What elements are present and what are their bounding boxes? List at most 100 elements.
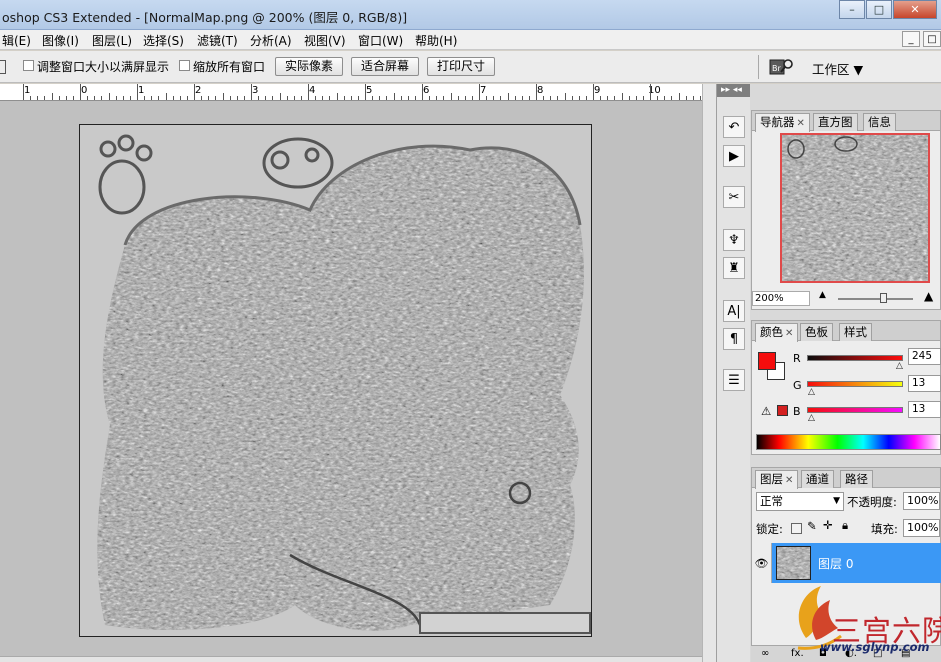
tab-navigator[interactable]: 导航器 ✕ <box>755 113 810 132</box>
ruler-tick <box>229 96 231 100</box>
menu-window[interactable]: 窗口(W) <box>358 32 403 49</box>
ruler-tick <box>621 93 623 100</box>
ruler-tick <box>251 84 252 100</box>
navigator-zoom-slider[interactable] <box>838 298 913 300</box>
ruler-tick <box>51 93 53 100</box>
ruler-tick <box>308 84 309 100</box>
link-layers-icon[interactable]: ∞ <box>761 648 769 659</box>
channel-g-slider[interactable] <box>807 381 903 387</box>
ruler-tick <box>115 96 117 100</box>
layer-name[interactable]: 图层 0 <box>818 555 853 572</box>
tab-styles[interactable]: 样式 <box>839 323 872 341</box>
ruler-tick <box>272 96 274 100</box>
lock-all-icon[interactable]: 🔒︎ <box>842 518 848 533</box>
dock-header[interactable]: ▸▸ ◂◂ <box>717 84 750 97</box>
gamut-warning-icon[interactable]: ⚠ <box>761 404 771 418</box>
notes-icon[interactable]: ☰ <box>723 369 745 391</box>
doc-minimize-button[interactable]: _ <box>902 31 920 47</box>
ruler-tick <box>429 96 431 100</box>
tab-info[interactable]: 信息 <box>863 113 896 131</box>
zoom-in-icon[interactable]: ▲ <box>924 289 933 303</box>
menu-view[interactable]: 视图(V) <box>304 32 346 49</box>
play-icon[interactable]: ▶ <box>723 145 745 167</box>
layer-row[interactable]: 👁︎ 图层 0 <box>752 543 941 583</box>
close-icon[interactable]: ✕ <box>785 475 793 486</box>
fit-screen-button[interactable]: 适合屏幕 <box>351 57 419 76</box>
color-spectrum-bar[interactable] <box>756 434 941 450</box>
tab-histogram[interactable]: 直方图 <box>813 113 858 131</box>
menu-help[interactable]: 帮助(H) <box>415 32 457 49</box>
menu-filter[interactable]: 滤镜(T) <box>197 32 238 49</box>
foreground-color-swatch[interactable] <box>758 352 776 370</box>
lock-move-icon[interactable]: ✛ <box>823 518 833 532</box>
ruler-tick <box>137 84 138 100</box>
opacity-input[interactable]: 100% <box>903 492 940 510</box>
channel-r-slider[interactable] <box>807 355 903 361</box>
ruler-tick <box>129 96 131 100</box>
zoom-all-checkbox[interactable] <box>179 60 190 71</box>
close-icon[interactable]: ✕ <box>785 328 793 339</box>
ruler-tick <box>172 96 174 100</box>
options-separator <box>758 55 759 79</box>
ruler-tick <box>671 96 673 100</box>
gamut-color-chip[interactable] <box>777 405 788 416</box>
lock-paint-icon[interactable]: ✎ <box>807 519 817 533</box>
lock-transparency-icon[interactable] <box>791 523 802 534</box>
ruler-tick <box>521 96 523 100</box>
tab-channels[interactable]: 通道 <box>801 470 834 488</box>
ruler-tick <box>243 96 245 100</box>
tab-swatches[interactable]: 色板 <box>800 323 833 341</box>
tools-icon[interactable]: ✂ <box>723 186 745 208</box>
channel-b-input[interactable]: 13 <box>908 401 941 418</box>
eye-icon[interactable]: 👁︎ <box>752 543 772 583</box>
zoom-out-icon[interactable]: ▲ <box>819 290 826 300</box>
actual-pixels-button[interactable]: 实际像素 <box>275 57 343 76</box>
maximize-button[interactable]: □ <box>866 0 892 19</box>
close-button[interactable]: ✕ <box>893 0 937 19</box>
menu-analysis[interactable]: 分析(A) <box>250 32 292 49</box>
fill-input[interactable]: 100% <box>903 519 940 537</box>
menu-image[interactable]: 图像(I) <box>42 32 79 49</box>
minimize-button[interactable]: – <box>839 0 865 19</box>
tab-layers[interactable]: 图层 ✕ <box>755 470 799 489</box>
ruler-tick <box>236 96 238 100</box>
menu-layer[interactable]: 图层(L) <box>92 32 132 49</box>
paragraph-icon[interactable]: ¶ <box>723 328 745 350</box>
resize-windows-checkbox[interactable] <box>23 60 34 71</box>
slider-handle-icon[interactable]: △ <box>896 361 903 371</box>
slider-handle-icon[interactable]: △ <box>808 413 815 423</box>
doc-restore-button[interactable]: □ <box>923 31 941 47</box>
channel-r-input[interactable]: 245 <box>908 348 941 365</box>
ruler-tick <box>222 93 224 100</box>
tab-paths[interactable]: 路径 <box>840 470 873 488</box>
history-brush-icon[interactable]: ↶ <box>723 116 745 138</box>
ruler-tick <box>194 84 195 100</box>
close-icon[interactable]: ✕ <box>797 118 805 129</box>
zoom-slider-handle[interactable] <box>880 293 887 303</box>
lock-label: 锁定: <box>756 522 783 536</box>
bridge-icon[interactable]: Br <box>768 56 794 78</box>
zoom-tool-icon[interactable] <box>0 60 6 74</box>
text-icon[interactable]: A| <box>723 300 745 322</box>
window-controls: – □ ✕ <box>838 0 937 19</box>
channel-r-label: R <box>793 352 801 365</box>
slider-handle-icon[interactable]: △ <box>808 387 815 397</box>
vertical-scrollbar[interactable] <box>702 84 716 662</box>
document-canvas[interactable] <box>79 124 592 637</box>
tab-color[interactable]: 颜色 ✕ <box>755 323 799 342</box>
navigator-zoom-input[interactable]: 200% <box>752 291 810 306</box>
channel-b-slider[interactable] <box>807 407 903 413</box>
menu-select[interactable]: 选择(S) <box>143 32 184 49</box>
print-size-button[interactable]: 打印尺寸 <box>427 57 495 76</box>
workspace-menu[interactable]: 工作区 ▼ <box>812 59 863 78</box>
blend-mode-select[interactable]: 正常 ▼ <box>756 492 844 511</box>
stamp-icon[interactable]: ♜ <box>723 257 745 279</box>
ruler-tick <box>122 96 124 100</box>
menu-edit[interactable]: 辑(E) <box>2 32 31 49</box>
ruler-tick <box>585 96 587 100</box>
ruler-tick <box>23 84 24 100</box>
horizontal-ruler[interactable]: 1 0 1 2 3 4 5 6 7 8 9 10 <box>0 84 702 101</box>
clone-stamp-icon[interactable]: ♆ <box>723 229 745 251</box>
channel-g-input[interactable]: 13 <box>908 375 941 392</box>
navigator-thumbnail[interactable] <box>780 133 930 283</box>
